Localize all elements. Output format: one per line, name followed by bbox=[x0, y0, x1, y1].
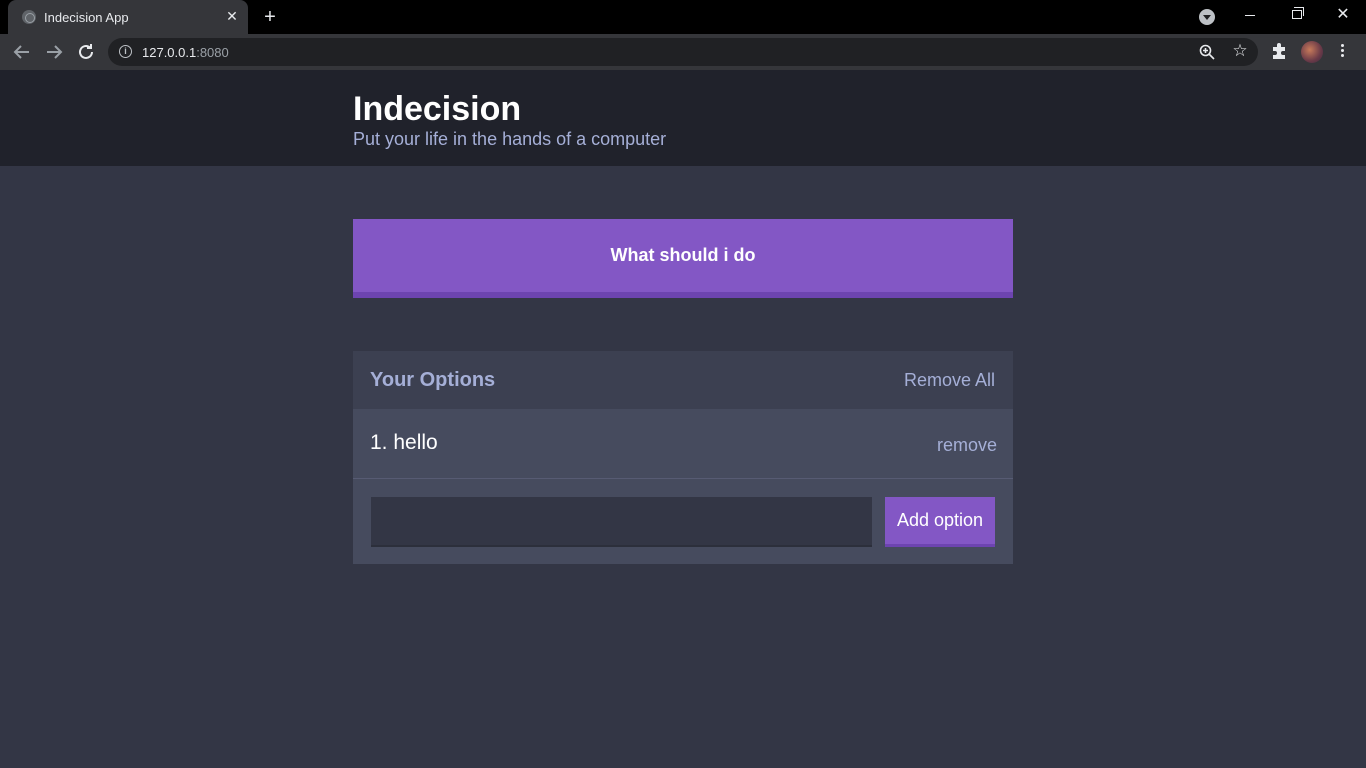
back-arrow-icon[interactable] bbox=[10, 40, 34, 64]
add-option-form: Add option bbox=[353, 479, 1013, 564]
maximize-icon[interactable] bbox=[1282, 4, 1312, 26]
page-subtitle: Put your life in the hands of a computer bbox=[353, 129, 667, 149]
options-widget: Your Options Remove All 1. hello remove … bbox=[353, 351, 1013, 564]
address-bar[interactable]: i 127.0.0.1:8080 ☆ bbox=[108, 38, 1258, 66]
tab-search-icon[interactable] bbox=[1199, 9, 1215, 25]
browser-toolbar: i 127.0.0.1:8080 ☆ bbox=[0, 34, 1366, 70]
close-icon[interactable]: ✕ bbox=[223, 7, 241, 25]
app-header: Indecision Put your life in the hands of… bbox=[0, 70, 1366, 166]
option-item: 1. hello remove bbox=[353, 409, 1013, 479]
zoom-icon[interactable] bbox=[1199, 44, 1215, 60]
info-icon[interactable]: i bbox=[119, 45, 132, 58]
reload-icon[interactable] bbox=[74, 40, 98, 64]
page-title: Indecision bbox=[353, 90, 522, 128]
tab-title: Indecision App bbox=[44, 10, 129, 25]
what-should-i-do-button[interactable]: What should i do bbox=[353, 219, 1013, 298]
remove-option-button[interactable]: remove bbox=[937, 435, 997, 456]
option-input[interactable] bbox=[371, 497, 872, 547]
window-close-icon[interactable]: ✕ bbox=[1328, 4, 1358, 26]
minimize-icon[interactable] bbox=[1236, 4, 1266, 26]
extensions-icon[interactable] bbox=[1270, 42, 1290, 62]
browser-tab-strip: Indecision App ✕ + ✕ bbox=[0, 0, 1366, 34]
globe-favicon-icon bbox=[22, 10, 36, 24]
options-title: Your Options bbox=[370, 369, 496, 391]
browser-tab[interactable]: Indecision App ✕ bbox=[8, 0, 248, 34]
add-option-button[interactable]: Add option bbox=[885, 497, 995, 547]
plus-icon[interactable]: + bbox=[259, 6, 281, 28]
avatar[interactable] bbox=[1301, 41, 1323, 63]
star-icon[interactable]: ☆ bbox=[1230, 41, 1250, 61]
forward-arrow-icon[interactable] bbox=[42, 40, 66, 64]
url-text: 127.0.0.1:8080 bbox=[142, 45, 229, 60]
remove-all-button[interactable]: Remove All bbox=[904, 370, 995, 391]
options-header: Your Options Remove All bbox=[353, 351, 1013, 409]
kebab-menu-icon[interactable] bbox=[1336, 42, 1348, 62]
option-text: 1. hello bbox=[370, 431, 438, 454]
